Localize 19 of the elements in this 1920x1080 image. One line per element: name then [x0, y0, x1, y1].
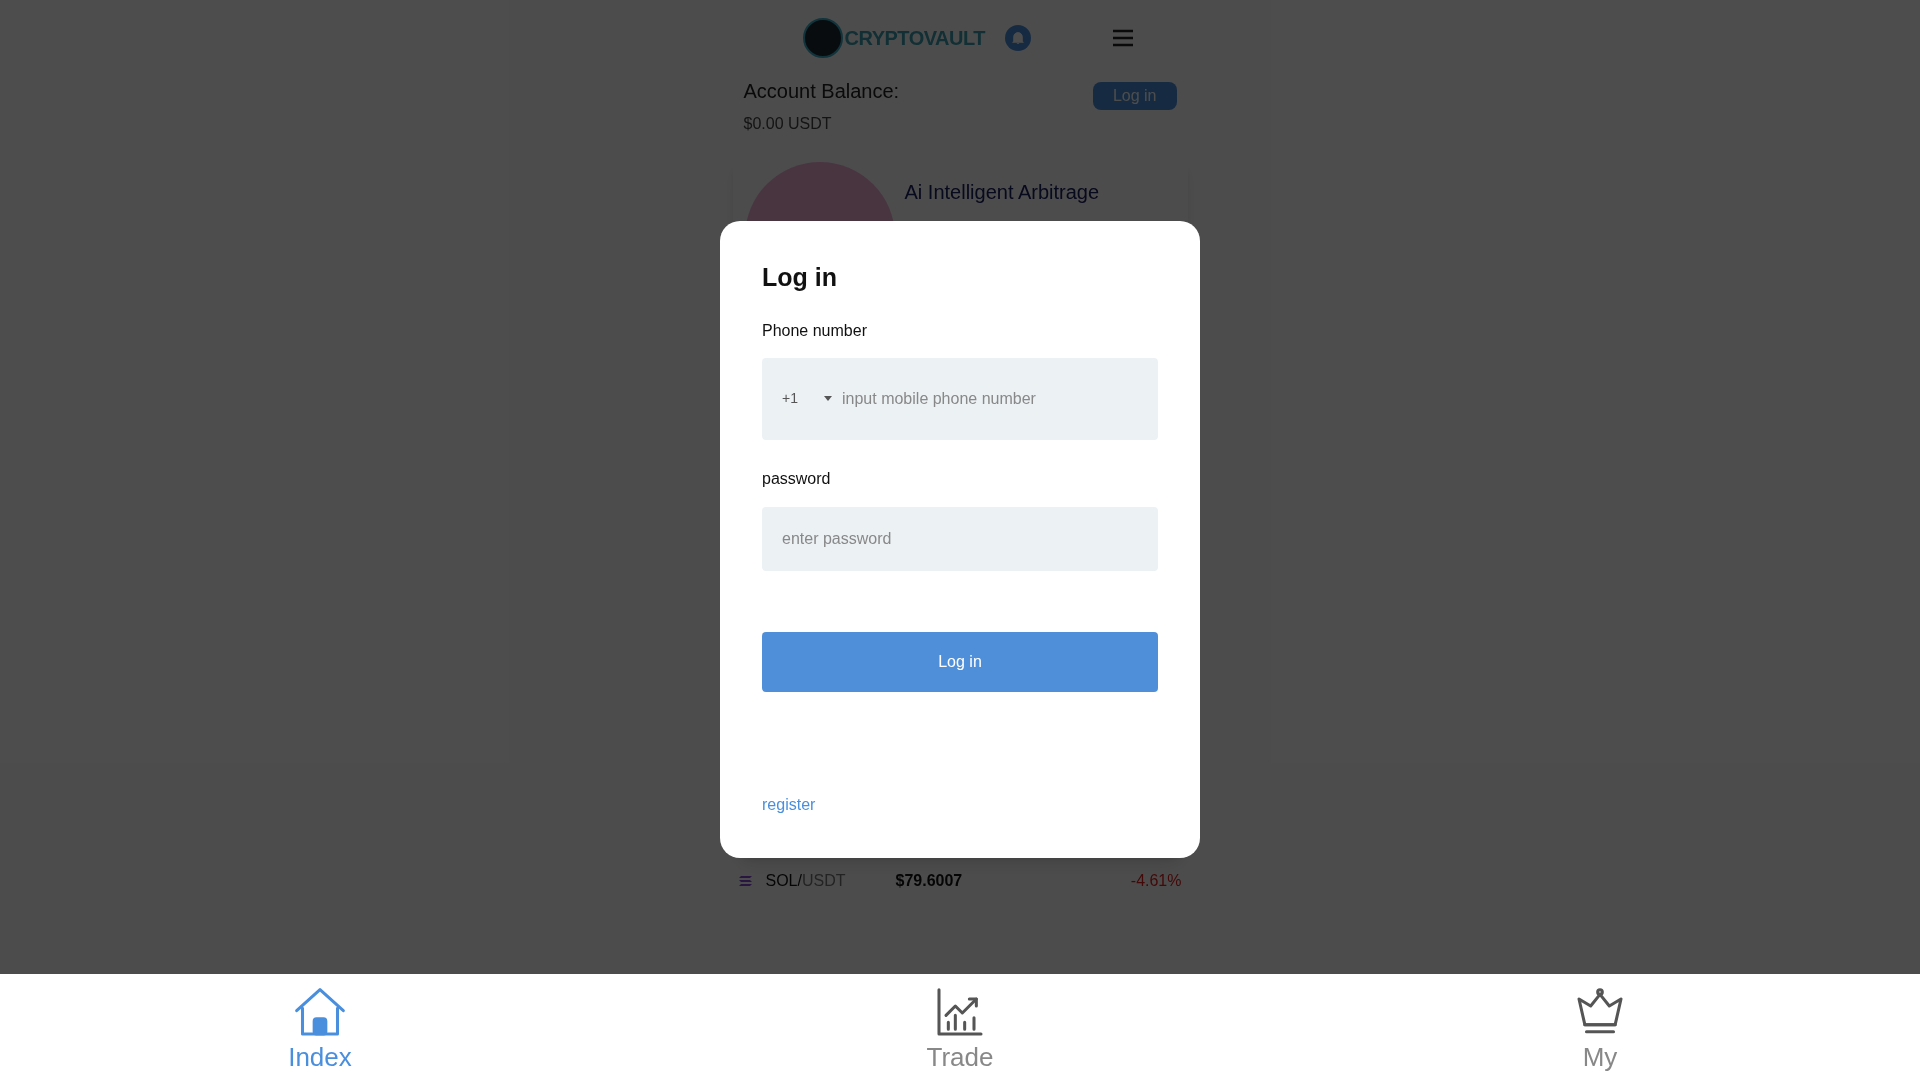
nav-tab[interactable]: My [1280, 974, 1920, 1080]
password-field[interactable]: enter password [762, 506, 1158, 571]
price: $79.6007 [895, 871, 963, 891]
nav-tab[interactable]: Index [0, 974, 640, 1080]
card-title: Ai Intelligent Arbitrage [904, 180, 1100, 205]
logo-text: CRYPTOVAULT [844, 26, 985, 51]
pair-name: SOL/USDT [765, 871, 847, 891]
caret-icon[interactable] [824, 396, 832, 401]
price-change: -4.61% [1130, 871, 1182, 891]
login-submit-button[interactable]: Log in [762, 631, 1158, 692]
nav-tab[interactable]: Trade [640, 974, 1280, 1080]
phone-field[interactable]: +1 input mobile phone number [762, 357, 1158, 440]
balance-value: $0.00 USDT [743, 114, 833, 134]
balance-label: Account Balance: [743, 79, 900, 104]
register-link[interactable]: register [762, 792, 816, 817]
phone-label: Phone number [762, 320, 868, 341]
country-code[interactable]: +1 [782, 388, 824, 409]
dialog-title: Log in [762, 262, 838, 293]
password-label: password [762, 468, 832, 489]
